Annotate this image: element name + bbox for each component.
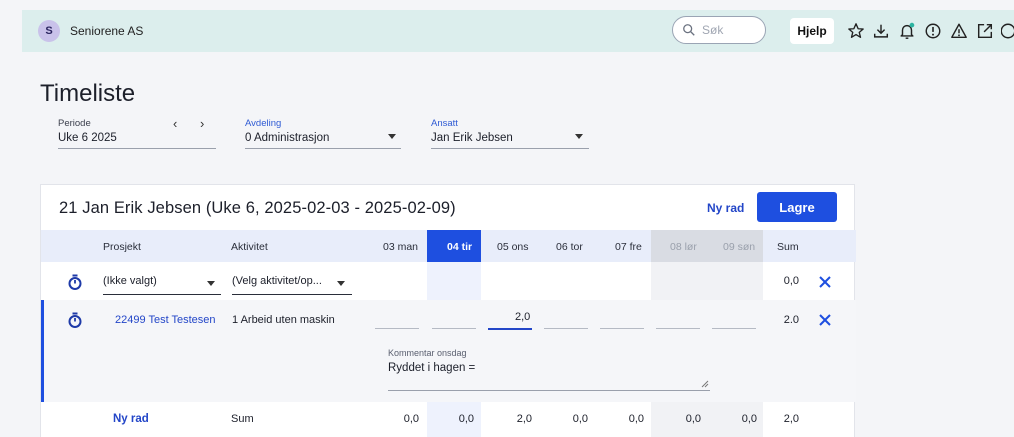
external-link-icon[interactable]	[975, 21, 995, 41]
save-button[interactable]: Lagre	[757, 192, 837, 222]
row-sum: 0,0	[783, 275, 799, 287]
timesheet-card: 21 Jan Erik Jebsen (Uke 6, 2025-02-03 - …	[40, 184, 856, 437]
day-sum-sat: 0,0	[685, 413, 701, 425]
search-input[interactable]: Søk	[672, 16, 766, 44]
page-title: Timeliste	[40, 80, 136, 107]
hours-input-fri[interactable]	[600, 328, 644, 329]
timesheet-title: 21 Jan Erik Jebsen (Uke 6, 2025-02-03 - …	[59, 199, 456, 217]
sum-label: Sum	[231, 413, 254, 425]
hours-input-mon[interactable]	[375, 328, 419, 329]
info-icon[interactable]	[923, 21, 943, 41]
hours-input-thu[interactable]	[544, 328, 588, 329]
hours-input-wed[interactable]	[488, 328, 532, 330]
project-select-underline	[103, 294, 221, 295]
comment-label: Kommentar onsdag	[388, 348, 467, 358]
comment-underline	[388, 390, 710, 391]
ansatt-underline	[431, 148, 589, 149]
bell-icon[interactable]	[897, 21, 917, 41]
new-row-button-top[interactable]: Ny rad	[707, 201, 744, 215]
new-row-button-bottom[interactable]: Ny rad	[113, 413, 149, 425]
download-icon[interactable]	[871, 21, 891, 41]
table-row: (Ikke valgt) (Velg aktivitet/op... 0,0	[41, 264, 856, 300]
day-sum-thu: 0,0	[572, 413, 588, 425]
day-sum-tue: 0,0	[458, 413, 474, 425]
stopwatch-icon[interactable]	[67, 274, 83, 290]
search-icon	[683, 24, 695, 36]
col-header-prosjekt: Prosjekt	[103, 241, 141, 253]
project-chevron-down-icon[interactable]	[207, 281, 215, 286]
comment-textarea[interactable]: Ryddet i hagen =	[388, 362, 475, 374]
day-sum-wed: 2,0	[516, 413, 532, 425]
hours-input-tue[interactable]	[432, 328, 476, 329]
day-sum-fri: 0,0	[628, 413, 644, 425]
col-header-mon[interactable]: 03 man	[383, 241, 418, 253]
ansatt-label: Ansatt	[431, 118, 458, 129]
periode-value[interactable]: Uke 6 2025	[58, 132, 218, 144]
col-header-wed[interactable]: 05 ons	[497, 241, 529, 253]
avdeling-select[interactable]: Avdeling 0 Administrasjon	[245, 118, 401, 149]
ansatt-chevron-down-icon[interactable]	[575, 134, 583, 139]
company-avatar[interactable]: S	[38, 20, 60, 42]
hours-input-sun[interactable]	[712, 328, 756, 329]
next-period-button[interactable]: ›	[200, 116, 204, 131]
help-button[interactable]: Hjelp	[790, 18, 834, 44]
hours-input-wed-value[interactable]: 2,0	[515, 311, 530, 323]
total-sum: 2,0	[783, 413, 799, 425]
resize-handle-icon[interactable]	[701, 380, 709, 388]
col-header-sat[interactable]: 08 lør	[670, 241, 697, 253]
company-switcher[interactable]: S Seniorene AS	[38, 20, 143, 42]
delete-row-icon[interactable]	[818, 313, 832, 327]
hours-input-sat[interactable]	[656, 328, 700, 329]
top-bar: S Seniorene AS Søk Hjelp	[22, 10, 1014, 52]
periode-label: Periode	[58, 118, 91, 129]
prev-period-button[interactable]: ‹	[173, 116, 177, 131]
warning-icon[interactable]	[949, 21, 969, 41]
project-link[interactable]: 22499 Test Testesen	[115, 314, 216, 326]
day-sum-sun: 0,0	[741, 413, 757, 425]
user-icon[interactable]	[1001, 21, 1014, 41]
search-placeholder: Søk	[702, 23, 724, 37]
activity-select-underline	[232, 294, 352, 295]
ansatt-value[interactable]: Jan Erik Jebsen	[431, 132, 589, 144]
star-icon[interactable]	[846, 21, 866, 41]
col-header-sum: Sum	[777, 241, 799, 253]
avdeling-chevron-down-icon[interactable]	[388, 134, 396, 139]
day-sum-mon: 0,0	[403, 413, 419, 425]
avdeling-underline	[245, 148, 401, 149]
periode-underline	[58, 148, 216, 149]
table-footer: Ny rad Sum 0,0 0,0 2,0 0,0 0,0 0,0 0,0 2…	[41, 402, 856, 437]
col-header-thu[interactable]: 06 tor	[556, 241, 583, 253]
avdeling-label: Avdeling	[245, 118, 282, 129]
delete-row-icon[interactable]	[818, 275, 832, 289]
ansatt-select[interactable]: Ansatt Jan Erik Jebsen	[431, 118, 589, 149]
col-header-tue[interactable]: 04 tir	[447, 241, 472, 253]
row-sum: 2.0	[783, 314, 799, 326]
activity-text: 1 Arbeid uten maskin	[232, 314, 335, 326]
activity-chevron-down-icon[interactable]	[337, 281, 345, 286]
col-header-aktivitet: Aktivitet	[231, 241, 268, 253]
project-select-value[interactable]: (Ikke valgt)	[103, 275, 157, 287]
avdeling-value[interactable]: 0 Administrasjon	[245, 132, 401, 144]
stopwatch-icon[interactable]	[67, 312, 83, 328]
activity-select-value[interactable]: (Velg aktivitet/op...	[232, 275, 322, 287]
company-name[interactable]: Seniorene AS	[70, 24, 143, 38]
periode-field[interactable]: Periode Uke 6 2025	[58, 118, 218, 149]
table-row-active: 22499 Test Testesen 1 Arbeid uten maskin…	[41, 300, 856, 402]
col-header-fri[interactable]: 07 fre	[615, 241, 642, 253]
col-header-sun[interactable]: 09 søn	[723, 241, 755, 253]
